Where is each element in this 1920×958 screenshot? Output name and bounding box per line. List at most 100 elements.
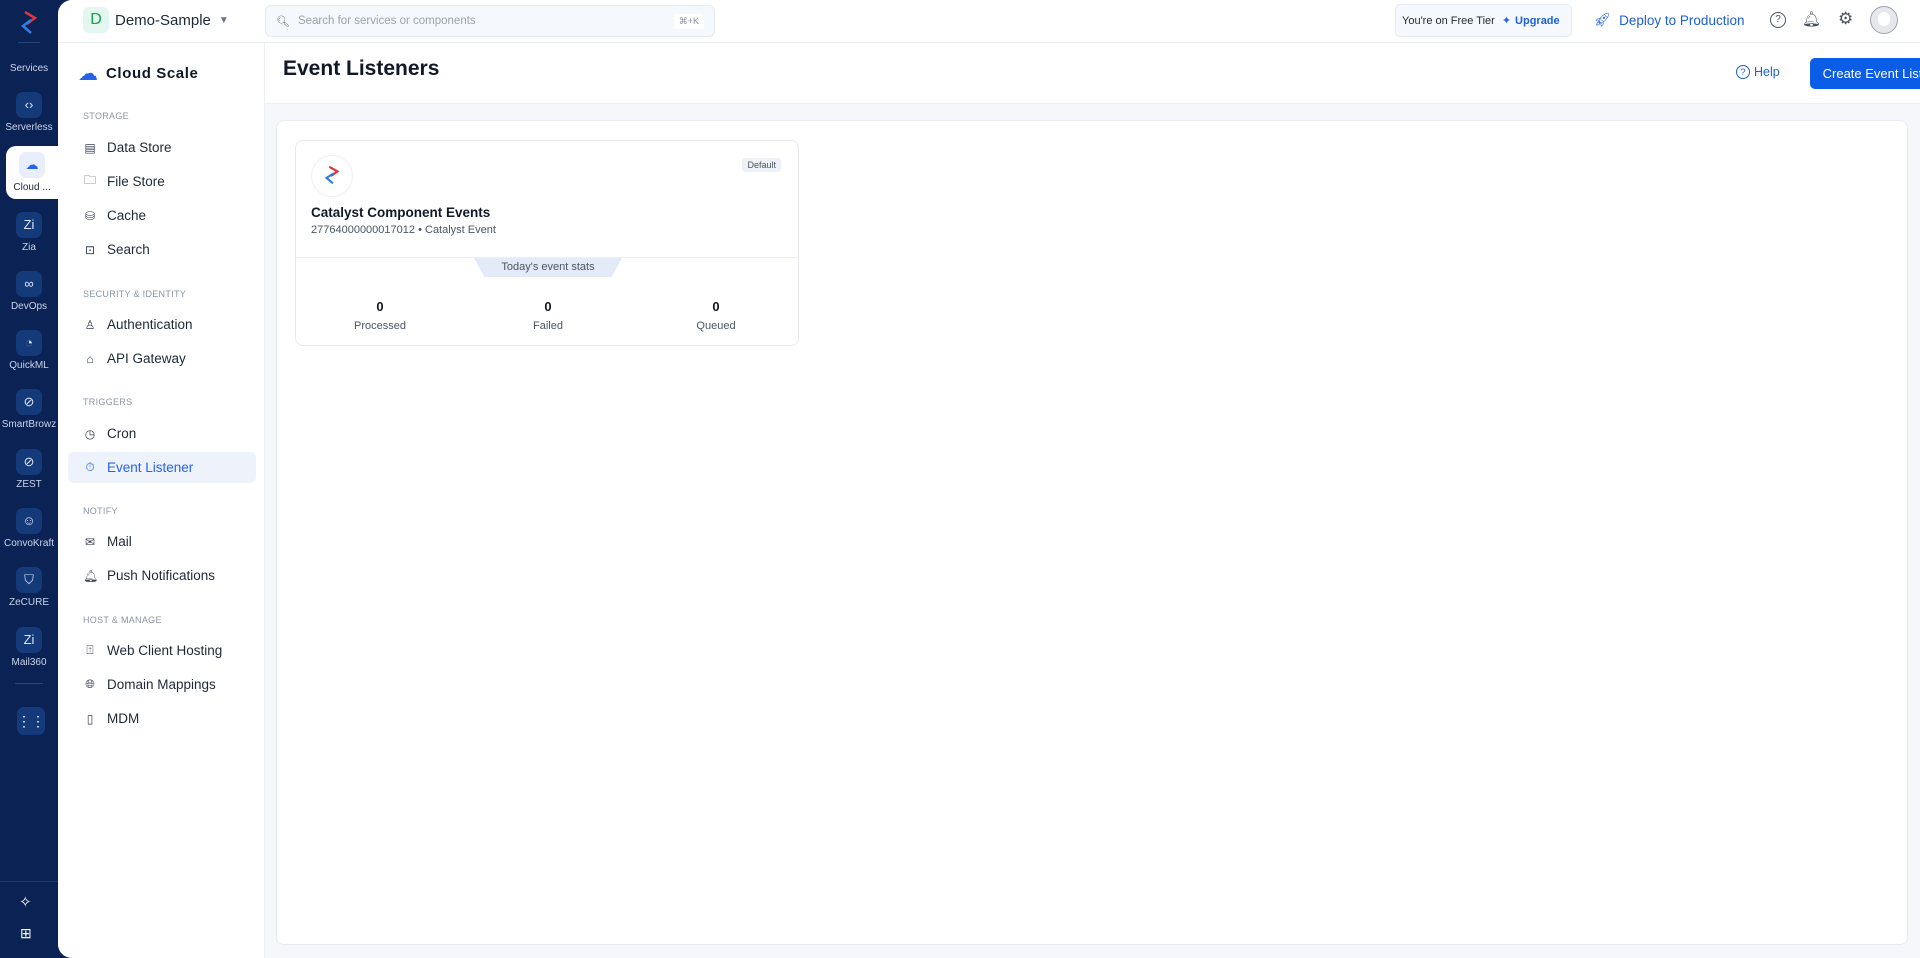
search-box-icon: ⊡ — [84, 242, 96, 257]
sidebar: ☁ Cloud Scale STORAGE ▤ Data Store 🗀 File … — [58, 43, 265, 958]
sidebar-item-search[interactable]: ⊡ Search — [68, 234, 256, 265]
item-label: Data Store — [107, 140, 172, 155]
rail-item-serverless[interactable]: ‹› Serverless — [0, 92, 58, 133]
help-label: Help — [1754, 65, 1780, 79]
rail-label: ZeCURE — [8, 597, 49, 608]
sidebar-item-api-gateway[interactable]: ⌂ API Gateway — [68, 343, 256, 374]
upload-window-icon: ⍐ — [86, 643, 94, 657]
item-label: Authentication — [107, 317, 193, 332]
sidebar-item-authentication[interactable]: ♙ Authentication — [68, 309, 256, 340]
table-icon: ▤ — [84, 140, 96, 155]
sidebar-item-web-client-hosting[interactable]: ⍐ Web Client Hosting — [68, 635, 256, 666]
serverless-icon: ‹› — [16, 92, 42, 118]
sidebar-item-file-store[interactable]: 🗀 File Store — [68, 166, 256, 197]
database-icon: ⛁ — [84, 208, 96, 223]
rail-item-zia[interactable]: Zi Zia — [0, 212, 58, 253]
rail-item-zecure[interactable]: ⛉ ZeCURE — [0, 567, 58, 608]
search-bar[interactable]: 🔍︎ Search for services or components ⌘+K — [265, 5, 715, 37]
clock-icon: ◷ — [84, 426, 96, 441]
sidebar-item-domain-mappings[interactable]: 🌐︎ Domain Mappings — [68, 669, 256, 700]
page-title: Event Listeners — [283, 57, 440, 80]
rail-label: Cloud ... — [13, 182, 51, 193]
item-label: Cache — [107, 208, 147, 223]
item-label: API Gateway — [107, 351, 186, 366]
zest-icon: ⊘ — [16, 449, 42, 475]
sidebar-item-cache[interactable]: ⛁ Cache — [68, 200, 256, 231]
help-circle-icon: ? — [1736, 65, 1750, 79]
services-label: Services — [9, 63, 49, 74]
project-name: Demo-Sample — [115, 11, 211, 29]
add-widget-icon[interactable]: ⊞ — [20, 925, 32, 942]
sidebar-item-push-notifications[interactable]: 🔔︎ Push Notifications — [68, 560, 256, 591]
rail-item-smartbrowz[interactable]: ⊘ SmartBrowz — [0, 389, 58, 430]
rail-item-cloud-scale[interactable]: ☁ Cloud ... — [6, 146, 58, 199]
help-icon[interactable]: ? — [1770, 12, 1786, 28]
catalyst-logo[interactable] — [17, 10, 41, 36]
item-label: Push Notifications — [107, 568, 216, 583]
rail-item-quickml[interactable]: ◔ QuickML — [0, 330, 58, 371]
search-shortcut: ⌘+K — [673, 13, 704, 29]
rocket-icon: 🚀︎ — [1594, 12, 1612, 27]
sidebar-item-mail[interactable]: ✉ Mail — [68, 526, 256, 557]
section-storage: STORAGE — [83, 111, 129, 121]
default-badge: Default — [742, 158, 781, 172]
section-triggers: TRIGGERS — [83, 397, 133, 407]
rail-label: ZEST — [16, 479, 42, 490]
stat-label: Failed — [533, 320, 563, 332]
settings-gear-icon[interactable]: ⚙ — [1838, 9, 1853, 29]
item-label: File Store — [107, 174, 165, 189]
notification-bell-icon[interactable]: 🔔︎ — [1802, 10, 1821, 28]
stat-label: Queued — [696, 320, 736, 332]
section-security: SECURITY & IDENTITY — [83, 289, 187, 299]
zecure-icon: ⛉ — [16, 567, 42, 593]
magic-wand-icon[interactable]: ✧ — [19, 893, 32, 911]
help-button[interactable]: ? Help — [1736, 65, 1780, 79]
sidebar-item-event-listener[interactable]: ⏱︎ Event Listener — [68, 452, 256, 483]
section-host-manage: HOST & MANAGE — [83, 615, 162, 625]
rail-item-devops[interactable]: ∞ DevOps — [0, 271, 58, 312]
listeners-panel: Default Catalyst Component Events 277640… — [276, 120, 1908, 945]
rail-label: Zia — [22, 242, 36, 253]
tier-text: You're on Free Tier — [1402, 14, 1495, 27]
catalyst-logo-icon — [311, 155, 353, 197]
sidebar-item-cron[interactable]: ◷ Cron — [68, 418, 256, 449]
search-input[interactable]: Search for services or components — [298, 15, 674, 27]
create-event-listener-button[interactable]: Create Event Listener — [1810, 58, 1920, 89]
project-selector[interactable]: D Demo-Sample ▼ — [83, 7, 229, 33]
sidebar-title: Cloud Scale — [106, 65, 199, 82]
item-label: Domain Mappings — [107, 677, 216, 692]
deploy-to-production-button[interactable]: 🚀︎ Deploy to Production — [1594, 12, 1744, 28]
item-label: Web Client Hosting — [107, 643, 223, 658]
folder-icon: 🗀 — [83, 173, 96, 187]
all-services-grid-icon[interactable]: ⋮⋮ — [17, 707, 45, 735]
stopwatch-icon: ⏱︎ — [85, 460, 95, 474]
item-label: Search — [107, 242, 150, 257]
stat-value: 0 — [712, 299, 720, 314]
event-listener-card[interactable]: Default Catalyst Component Events 277640… — [295, 140, 799, 346]
user-avatar[interactable] — [1870, 6, 1898, 34]
item-label: MDM — [107, 711, 140, 726]
top-bar: D Demo-Sample ▼ 🔍︎ Search for services o… — [58, 0, 1920, 43]
main-content: Event Listeners ? Help Create Event Liste… — [265, 43, 1920, 958]
sidebar-item-mdm[interactable]: ▯ MDM — [68, 703, 256, 734]
zia-icon: Zi — [16, 212, 42, 238]
rail-item-convokraft[interactable]: ☺ ConvoKraft — [0, 508, 58, 549]
rail-item-zest[interactable]: ⊘ ZEST — [0, 449, 58, 490]
mail-icon: ✉ — [84, 534, 96, 549]
item-label: Mail — [107, 534, 132, 549]
rail-label: Serverless — [5, 122, 53, 133]
sidebar-item-data-store[interactable]: ▤ Data Store — [68, 132, 256, 163]
user-shield-icon: ♙ — [84, 317, 96, 332]
listener-type: Catalyst Event — [425, 224, 496, 236]
globe-icon: 🌐︎ — [85, 677, 95, 691]
chevron-down-icon: ▼ — [218, 14, 229, 26]
rail-item-mail360[interactable]: Zi Mail360 — [0, 627, 58, 668]
rail-label: DevOps — [10, 301, 48, 312]
separator-dot: • — [418, 224, 425, 236]
upgrade-link[interactable]: Upgrade — [1515, 15, 1560, 27]
services-rail: Services ‹› Serverless ☁ Cloud ... Zi Zia ∞… — [0, 0, 58, 958]
stats-label: Today's event stats — [474, 258, 622, 277]
rail-label: SmartBrowz — [1, 419, 57, 430]
stat-queued: 0 Queued — [636, 299, 796, 332]
rail-label: QuickML — [9, 360, 49, 371]
